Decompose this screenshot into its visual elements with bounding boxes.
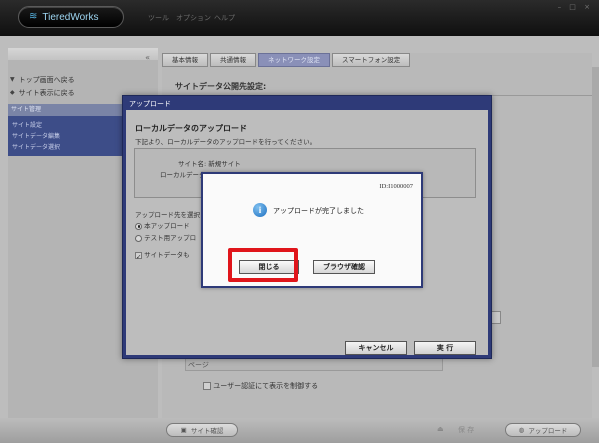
radio-test[interactable] bbox=[135, 234, 142, 242]
option-test-label: テスト用アップロ bbox=[144, 234, 197, 242]
site-check-button[interactable]: ▣ サイト確認 bbox=[166, 423, 238, 437]
auth-option[interactable]: ユーザー認証にて表示を制御する bbox=[203, 381, 318, 391]
tab-basic-info[interactable]: 基本情報 bbox=[162, 53, 208, 67]
message-id: ID:I1000007 bbox=[379, 183, 413, 190]
browser-check-button[interactable]: ブラウザ確認 bbox=[313, 260, 375, 274]
close-button-highlight bbox=[228, 248, 298, 282]
scrollbar[interactable] bbox=[592, 67, 599, 367]
nav-site-view[interactable]: ◆ サイト表示に戻る bbox=[10, 87, 75, 98]
site-check-label: サイト確認 bbox=[190, 427, 224, 435]
nav-top-page-label: トップ画面へ戻る bbox=[18, 75, 75, 84]
window-controls[interactable]: – □ × bbox=[558, 3, 593, 11]
auth-checkbox[interactable] bbox=[203, 382, 211, 390]
tab-network-settings[interactable]: ネットワーク設定 bbox=[258, 53, 330, 67]
option-production[interactable]: 本アップロード bbox=[135, 220, 190, 230]
menu-tools[interactable]: ツール bbox=[148, 13, 169, 23]
section-title: サイトデータ公開先設定: bbox=[175, 82, 267, 91]
info-icon: i bbox=[253, 203, 267, 217]
option-production-label: 本アップロード bbox=[144, 222, 190, 230]
save-label[interactable]: 保 存 bbox=[458, 425, 474, 435]
page-field-box bbox=[185, 357, 443, 371]
upload-tray-icon: ⏏ bbox=[437, 425, 444, 433]
home-icon: ▼ bbox=[10, 76, 15, 83]
menu-options[interactable]: オプション bbox=[176, 13, 211, 23]
monitor-icon: ▣ bbox=[180, 426, 187, 434]
logo-wave-icon: ≋ bbox=[29, 11, 38, 22]
logo-text: TieredWorks bbox=[42, 11, 99, 23]
sidebar-item-data-select[interactable]: サイトデータ選択 bbox=[12, 142, 60, 151]
upload-button[interactable]: ◍ アップロード bbox=[505, 423, 581, 437]
option-test[interactable]: テスト用アップロ bbox=[135, 232, 196, 242]
tab-common-info[interactable]: 共通情報 bbox=[210, 53, 256, 67]
page-field-label: ページ bbox=[188, 361, 209, 369]
app-logo[interactable]: ≋ TieredWorks bbox=[18, 6, 124, 28]
local-data-label: ローカルデータ bbox=[160, 171, 206, 179]
upload-subtitle: 下記より、ローカルデータのアップロードを行ってください。 bbox=[135, 138, 317, 146]
back-arrow-icon: ◆ bbox=[10, 89, 15, 96]
menu-help[interactable]: ヘルプ bbox=[214, 13, 235, 23]
nav-top-page[interactable]: ▼ トップ画面へ戻る bbox=[10, 74, 75, 85]
tab-smartphone-settings[interactable]: スマートフォン設定 bbox=[332, 53, 411, 67]
auth-checkbox-label: ユーザー認証にて表示を制御する bbox=[213, 382, 319, 390]
title-bar: ≋ TieredWorks ツール オプション ヘルプ – □ × bbox=[0, 0, 599, 36]
execute-button[interactable]: 実 行 bbox=[414, 341, 476, 355]
sidebar-item-site-settings[interactable]: サイト設定 bbox=[12, 120, 42, 129]
upload-dialog-title: アップロード bbox=[129, 101, 171, 108]
upload-heading: ローカルデータのアップロード bbox=[135, 124, 247, 133]
radio-production[interactable] bbox=[135, 222, 142, 230]
nav-site-view-label: サイト表示に戻る bbox=[18, 88, 75, 97]
cancel-button[interactable]: キャンセル bbox=[345, 341, 407, 355]
site-data-checkbox[interactable]: ✓ bbox=[135, 251, 142, 261]
site-name: サイト名: 新規サイト bbox=[178, 160, 241, 168]
globe-icon: ◍ bbox=[518, 426, 525, 434]
option-site-data[interactable]: ✓ サイトデータも bbox=[135, 249, 190, 261]
tab-bar: 基本情報 共通情報 ネットワーク設定 スマートフォン設定 bbox=[162, 53, 411, 67]
upload-label: アップロード bbox=[528, 427, 568, 435]
site-data-checkbox-label: サイトデータも bbox=[144, 251, 190, 259]
sidebar-item-data-edit[interactable]: サイトデータ編集 bbox=[12, 131, 60, 140]
message-text: アップロードが完了しました bbox=[273, 207, 364, 215]
destination-label: アップロード先を選択 bbox=[135, 211, 200, 219]
